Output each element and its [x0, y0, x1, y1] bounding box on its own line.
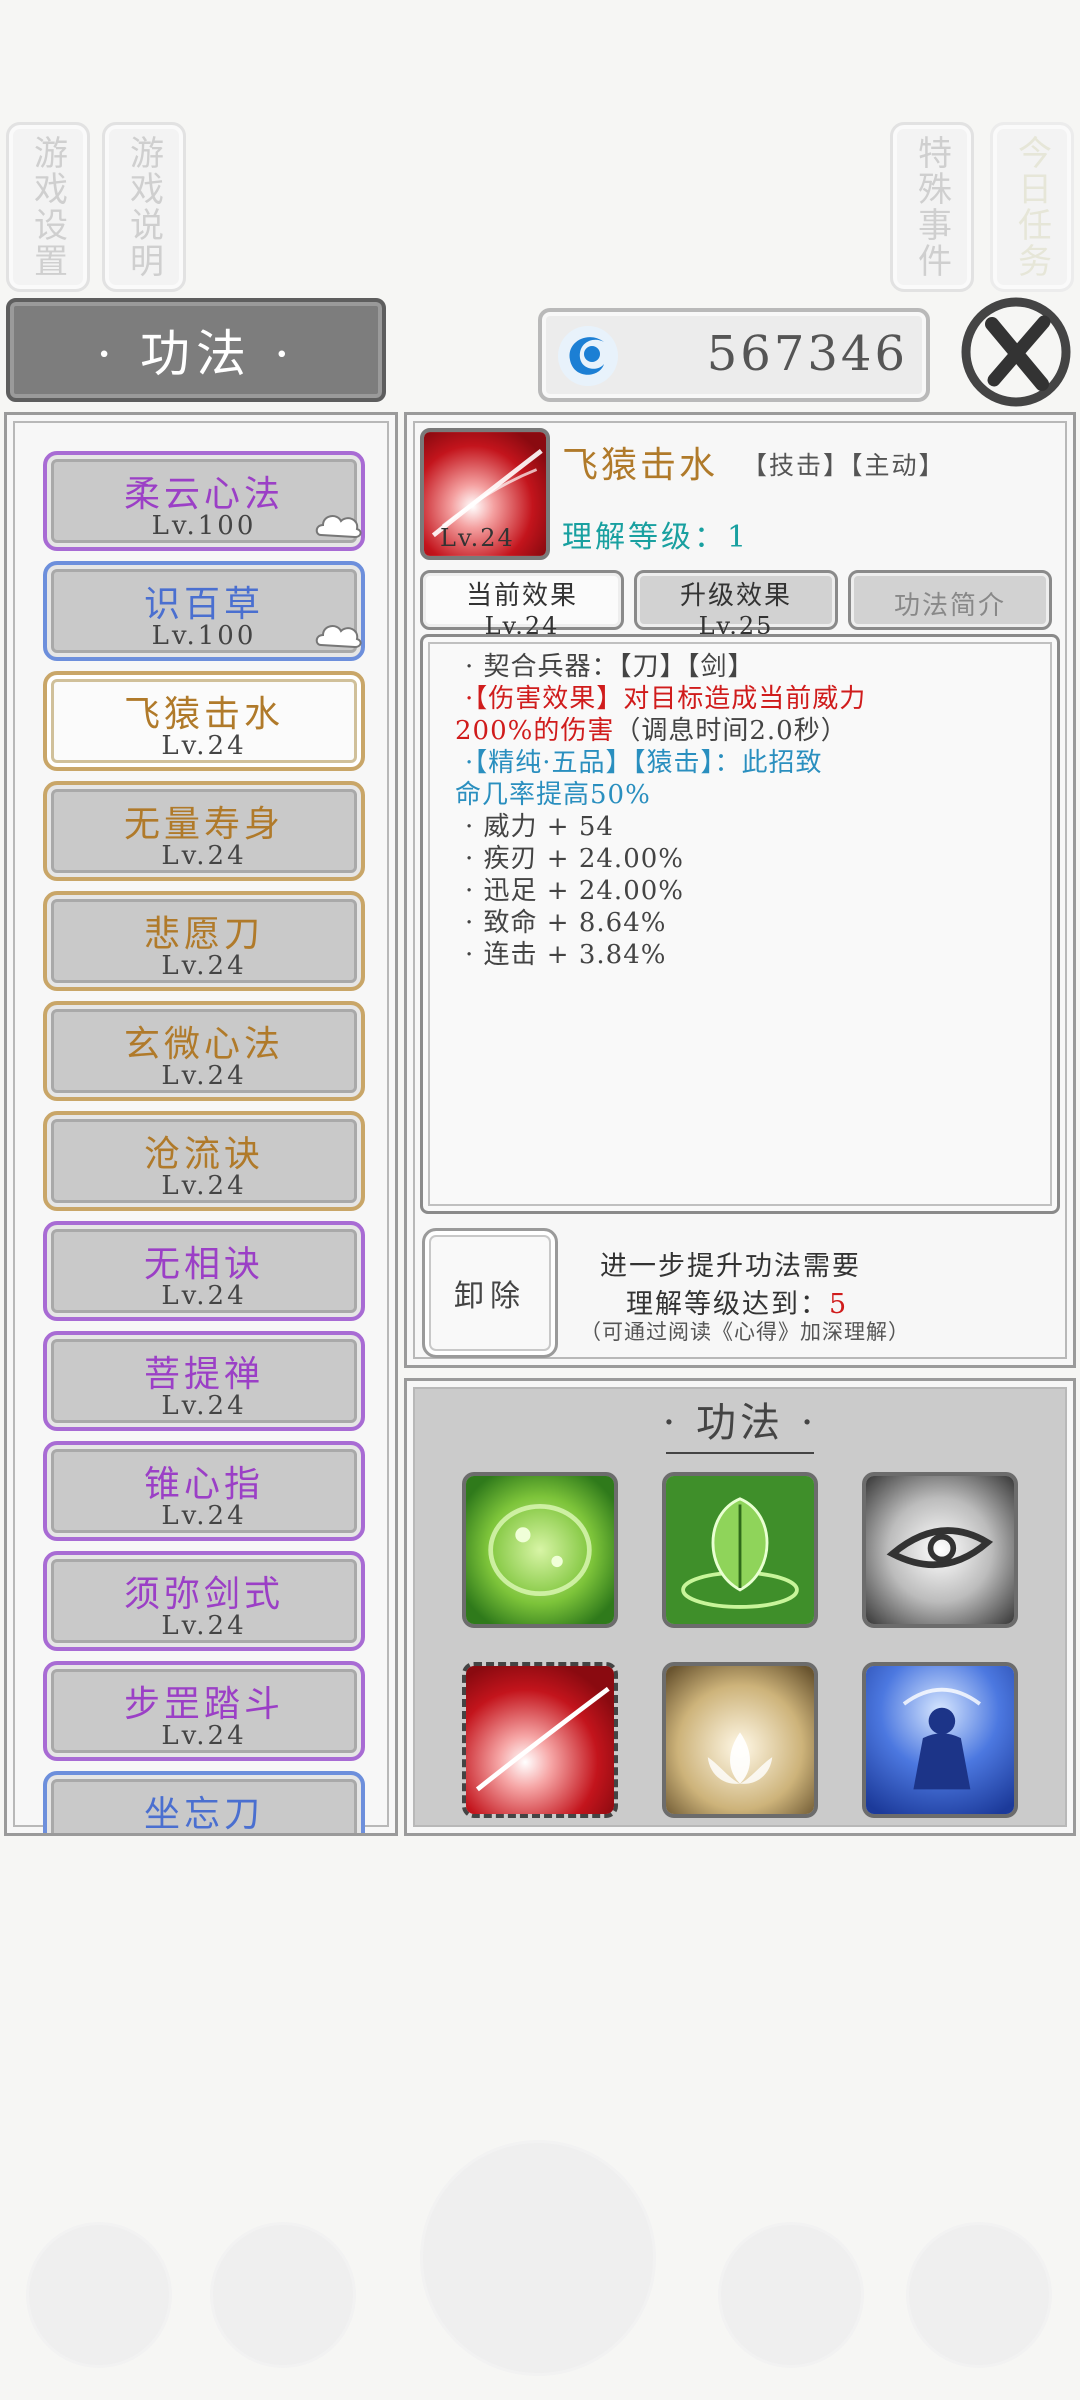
- skill-list-item[interactable]: 步罡踏斗 Lv.24: [43, 1661, 365, 1761]
- skill-level: Lv.24: [161, 951, 247, 981]
- skill-list-item[interactable]: 菩提禅 Lv.24: [43, 1331, 365, 1431]
- bonus-line: ·【精纯·五品】【猿击】：此招致: [465, 748, 823, 778]
- skill-list-item[interactable]: 悲愿刀 Lv.24: [43, 891, 365, 991]
- skill-name: 无相诀: [143, 1244, 264, 1285]
- nav-battle-icon[interactable]: [420, 2140, 656, 2376]
- golden-lotus-icon: [666, 1666, 814, 1814]
- skill-list-item[interactable]: 沧流诀 Lv.24: [43, 1111, 365, 1211]
- skill-list-item[interactable]: 无相诀 Lv.24: [43, 1221, 365, 1321]
- skill-name: 坐忘刀: [143, 1794, 264, 1835]
- skill-list-item[interactable]: 识百草 Lv.100: [43, 561, 365, 661]
- weapon-line: · 契合兵器：【刀】【剑】: [465, 652, 755, 682]
- currency-amount: 567346: [706, 326, 908, 382]
- skill-name: 悲愿刀: [143, 914, 264, 955]
- nav-character-icon[interactable]: [718, 2222, 864, 2368]
- green-leaf-icon: [666, 1476, 814, 1624]
- tab-label: 功法简介: [893, 591, 1006, 621]
- skill-name: 锥心指: [143, 1464, 264, 1505]
- selected-skill-icon: Lv.24: [420, 428, 550, 560]
- skill-level: Lv.24: [161, 841, 247, 871]
- red-slash-icon: [466, 1666, 614, 1814]
- selected-skill-tags: 【技击】【主动】: [742, 451, 946, 480]
- tab-skill-intro[interactable]: 功法简介: [848, 570, 1052, 630]
- stat-line: · 威力 + 54: [465, 812, 614, 842]
- skill-level: Lv.24: [161, 731, 247, 761]
- unequip-button[interactable]: 卸除: [422, 1228, 558, 1358]
- skill-name: 菩提禅: [143, 1354, 264, 1395]
- skill-name: 沧流诀: [143, 1134, 264, 1175]
- skill-name: 须弥剑式: [123, 1574, 284, 1615]
- skill-level: Lv.24: [161, 1611, 247, 1641]
- skill-list-panel[interactable]: 柔云心法 Lv.100 识百草 Lv.100 飞猿击水 Lv.24 无量寿身 Lv.24 悲愿刀…: [4, 412, 398, 1836]
- tab-label: 当前效果: [465, 581, 578, 611]
- equip-slot-6[interactable]: [862, 1662, 1018, 1818]
- page-title: · 功法 ·: [6, 298, 386, 402]
- skill-list-item[interactable]: 玄微心法 Lv.24: [43, 1001, 365, 1101]
- nav-scroll-icon[interactable]: [906, 2222, 1052, 2368]
- skill-level: Lv.24: [161, 1061, 247, 1091]
- selected-skill-level: Lv.24: [440, 524, 515, 552]
- skill-name: 飞猿击水: [123, 694, 284, 735]
- effect-description: · 契合兵器：【刀】【剑】 ·【伤害效果】对目标造成当前威力 200%的伤害（调…: [420, 634, 1060, 1214]
- stat-line: · 疾刃 + 24.00%: [465, 844, 684, 874]
- requirement-hint: （可通过阅读《心得》加深理解）: [580, 1320, 910, 1344]
- skill-level: Lv.24: [161, 1391, 247, 1421]
- stat-line: · 连击 + 3.84%: [465, 940, 667, 970]
- nav-coin-icon[interactable]: [210, 2222, 356, 2368]
- skill-list-item[interactable]: 柔云心法 Lv.100: [43, 451, 365, 551]
- skill-list-item[interactable]: 坐忘刀: [43, 1771, 365, 1835]
- tab-upgrade-effect[interactable]: 升级效果 Lv.25: [634, 570, 838, 640]
- damage-line-cont: 200%的伤害（调息时间2.0秒）: [455, 715, 1037, 747]
- skill-level: Lv.24: [161, 1171, 247, 1201]
- eye-icon: [866, 1476, 1014, 1624]
- tab-current-effect[interactable]: 当前效果 Lv.24: [420, 570, 624, 640]
- skill-list-item[interactable]: 无量寿身 Lv.24: [43, 781, 365, 881]
- tab-game-help[interactable]: 游戏说明: [102, 122, 186, 292]
- skill-name: 步罡踏斗: [123, 1684, 284, 1725]
- tab-game-settings[interactable]: 游戏设置: [6, 122, 90, 292]
- cooldown-text: （调息时间2.0秒）: [614, 716, 848, 746]
- skill-name: 玄微心法: [123, 1024, 284, 1065]
- equip-slot-1[interactable]: [462, 1472, 618, 1628]
- selected-skill-name: 飞猿击水: [562, 445, 719, 486]
- equip-slot-2[interactable]: [662, 1472, 818, 1628]
- spirit-coin-icon: [558, 326, 618, 386]
- skill-level: Lv.24: [161, 1721, 247, 1751]
- skill-level: Lv.24: [161, 1281, 247, 1311]
- damage-percent: 200%的伤害: [455, 716, 615, 746]
- skill-level: Lv.24: [161, 1501, 247, 1531]
- tab-label: 升级效果: [679, 581, 792, 611]
- blue-monk-icon: [866, 1666, 1014, 1814]
- equipped-title: · 功法 ·: [660, 1390, 820, 1454]
- tab-special-events[interactable]: 特殊事件: [890, 122, 974, 292]
- stat-line: · 致命 + 8.64%: [465, 908, 667, 938]
- skill-list-item[interactable]: 锥心指 Lv.24: [43, 1441, 365, 1541]
- bonus-line-cont: 命几率提高50%: [455, 780, 651, 810]
- stat-line: · 迅足 + 24.00%: [465, 876, 684, 906]
- currency-display: 567346: [538, 308, 930, 402]
- cloud-badge-icon: [315, 515, 362, 539]
- understanding-level: 理解等级：1: [562, 520, 750, 555]
- requirement-text: 进一步提升功法需要: [600, 1251, 861, 1282]
- green-orb-icon: [466, 1476, 614, 1624]
- tab-daily-tasks[interactable]: 今日任务: [990, 122, 1074, 292]
- skill-list-item[interactable]: 飞猿击水 Lv.24: [43, 671, 365, 771]
- skill-name: 无量寿身: [123, 804, 284, 845]
- equip-slot-5[interactable]: [662, 1662, 818, 1818]
- nav-bag-icon[interactable]: [26, 2222, 172, 2368]
- equip-slot-3[interactable]: [862, 1472, 1018, 1628]
- damage-line: ·【伤害效果】对目标造成当前威力: [465, 684, 867, 714]
- skill-list-item[interactable]: 须弥剑式 Lv.24: [43, 1551, 365, 1651]
- equip-slot-4[interactable]: [462, 1662, 618, 1818]
- cloud-badge-icon: [315, 625, 362, 649]
- close-x-icon[interactable]: [958, 292, 1078, 412]
